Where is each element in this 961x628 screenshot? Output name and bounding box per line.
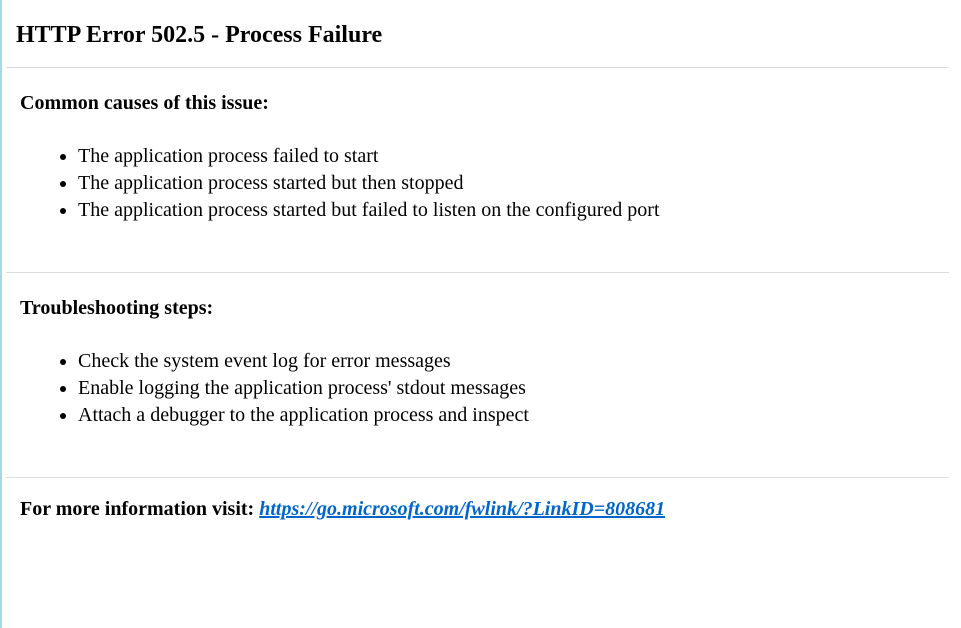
causes-list: The application process failed to start … [20, 143, 935, 224]
list-item: The application process started but fail… [78, 197, 935, 224]
more-info-link[interactable]: https://go.microsoft.com/fwlink/?LinkID=… [259, 498, 665, 520]
list-item: Enable logging the application process' … [78, 375, 935, 402]
more-info-section: For more information visit: https://go.m… [6, 477, 949, 525]
troubleshoot-section: Troubleshooting steps: Check the system … [6, 272, 949, 477]
troubleshoot-list: Check the system event log for error mes… [20, 348, 935, 429]
list-item: Check the system event log for error mes… [78, 348, 935, 375]
content-frame: Common causes of this issue: The applica… [6, 67, 949, 525]
list-item: The application process failed to start [78, 143, 935, 170]
list-item: The application process started but then… [78, 170, 935, 197]
troubleshoot-heading: Troubleshooting steps: [20, 297, 935, 320]
causes-section: Common causes of this issue: The applica… [6, 67, 949, 272]
more-info-label: For more information visit: [20, 498, 259, 520]
causes-heading: Common causes of this issue: [20, 92, 935, 115]
list-item: Attach a debugger to the application pro… [78, 402, 935, 429]
page-title: HTTP Error 502.5 - Process Failure [2, 0, 961, 67]
